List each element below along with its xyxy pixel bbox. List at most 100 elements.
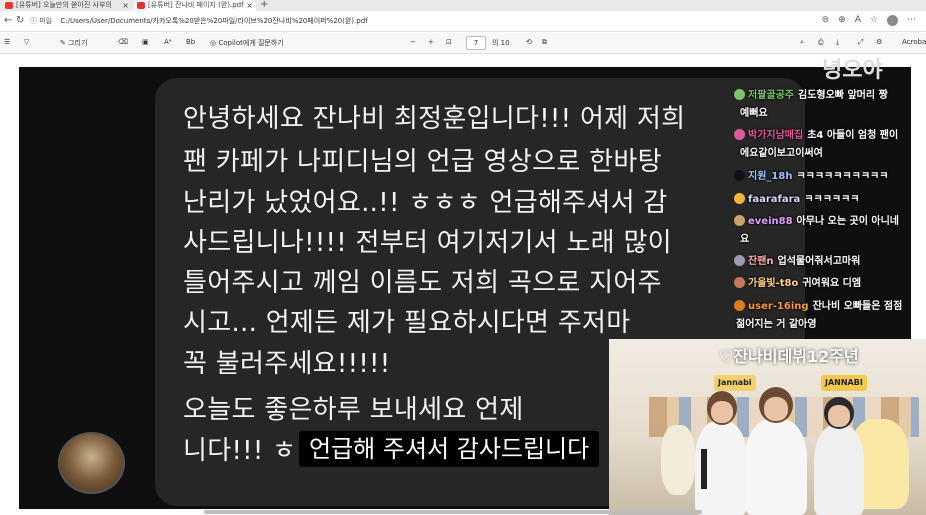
rotate-icon[interactable]: ⟲ bbox=[526, 38, 532, 46]
chat-nick: 박가지남매집 bbox=[748, 130, 804, 141]
chat-avatar bbox=[734, 215, 745, 226]
two-page-icon[interactable]: ⧉ bbox=[542, 38, 547, 47]
tab-pdf[interactable]: [유튜버] 잔나비 페이지 (완).pdf × bbox=[134, 0, 256, 11]
chat-text: 요 bbox=[740, 234, 750, 245]
chat-message: 가을빛-t8o 귀여워요 디엠 bbox=[734, 274, 862, 289]
page-number-input[interactable]: 7 bbox=[466, 36, 486, 50]
chat-text: 김도형오빠 앞머리 짱 bbox=[798, 90, 888, 101]
jannabi-sign-right: JANNABI bbox=[821, 375, 867, 391]
person-left-face bbox=[711, 401, 733, 423]
chat-message: faarafara ㅋㅋㅋㅋㅋㅋ bbox=[734, 190, 860, 205]
chat-nick: 지원_18h bbox=[748, 171, 793, 182]
search-icon[interactable]: ⌕ bbox=[800, 38, 804, 47]
chat-nick: evein88 bbox=[748, 216, 793, 227]
tab-label: [유튜버] 오늘만의 쏟아진 사부의 bbox=[16, 1, 112, 9]
chat-nick: 가을빛-t8o bbox=[748, 278, 799, 289]
chat-text: 초4 아들이 엄청 팬이 bbox=[807, 130, 899, 141]
save-icon[interactable]: ⤓ bbox=[836, 38, 839, 47]
chat-text: 아무나 오는 곳이 아니네 bbox=[796, 216, 899, 227]
person-right bbox=[814, 425, 864, 515]
scheme-label: 파일 bbox=[39, 17, 53, 25]
chat-nick: 저팔골공주 bbox=[748, 90, 794, 101]
message-line: 안녕하세요 잔나비 최정훈입니다!!! 어제 저희 bbox=[183, 104, 686, 134]
chat-text: 에요같이보고이써여 bbox=[740, 148, 823, 159]
chat-message: 예뻐요 bbox=[740, 104, 768, 119]
chat-avatar bbox=[734, 170, 745, 181]
zoom-in-icon[interactable]: + bbox=[428, 38, 434, 46]
message-line: 팬 카페가 나피디님의 언급 영상으로 한바탕 bbox=[183, 147, 662, 177]
contents-icon[interactable]: ☰ bbox=[4, 38, 10, 46]
chat-message: 에요같이보고이써여 bbox=[740, 144, 823, 159]
pdf-toolbar: ☰ ▽ ✎ 그리기 ⌫ ▣ Aᵃ Bb ◎ Copilot에게 질문하기 − +… bbox=[0, 33, 926, 54]
chat-message: 지원_18h ㅋㅋㅋㅋㅋㅋㅋㅋㅋㅋ bbox=[734, 167, 889, 182]
channel-watermark: 녕오야 bbox=[822, 58, 883, 83]
tab-youtube[interactable]: [유튜버] 오늘만의 쏟아진 사부의 × bbox=[2, 0, 132, 11]
chat-text: 업석물어줘서고마워 bbox=[777, 256, 861, 267]
stuffed-rabbit bbox=[661, 425, 695, 495]
chat-nick: faarafara bbox=[748, 194, 801, 205]
message-line: 오늘도 좋은하루 보내세요 언제 bbox=[183, 395, 524, 425]
file-scheme-chip: ⓘ 파일 bbox=[30, 17, 53, 25]
chat-avatar bbox=[734, 255, 745, 266]
translate-icon[interactable]: ⊜ bbox=[822, 15, 830, 26]
acrobat-label[interactable]: Acrobat bbox=[902, 38, 926, 46]
address-icons: ⊜ ⊕ A ☆ ⋯ bbox=[822, 15, 916, 26]
message-line: 틀어주시고 께임 이름도 저희 곡으로 지어주 bbox=[183, 268, 662, 298]
new-tab-button[interactable]: + bbox=[260, 0, 268, 10]
chat-message: evein88 아무나 오는 곳이 아니네 bbox=[734, 212, 899, 227]
fullscreen-icon[interactable]: ⤢ bbox=[858, 38, 864, 47]
erase-icon[interactable]: ⌫ bbox=[118, 38, 128, 46]
text-icon[interactable]: Aᵃ bbox=[164, 38, 172, 46]
chat-message: 박가지남매집 초4 아들이 엄청 팬이 bbox=[734, 126, 899, 141]
print-icon[interactable]: ⎙ bbox=[818, 38, 824, 47]
message-line: 꼭 불러주세요!!!!! bbox=[183, 349, 391, 379]
copilot-label: Copilot에게 질문하기 bbox=[218, 39, 284, 47]
page-total: 의 10 bbox=[492, 39, 510, 47]
tab-strip: [유튜버] 오늘만의 쏟아진 사부의 × [유튜버] 잔나비 페이지 (완).p… bbox=[0, 0, 926, 11]
fit-page-icon[interactable]: ⊡ bbox=[446, 38, 452, 46]
chat-avatar bbox=[734, 277, 745, 288]
anniversary-banner: ♡잔나비데뷔12주년 bbox=[719, 347, 859, 366]
horizontal-scrollbar[interactable] bbox=[204, 510, 702, 514]
copilot-button[interactable]: ◎ Copilot에게 질문하기 bbox=[210, 38, 284, 48]
chat-text: 귀여워요 디엠 bbox=[802, 278, 862, 289]
message-line: 시고... 언제든 제가 필요하시다면 주저마 bbox=[183, 308, 631, 338]
address-bar: ← ↻ ⓘ 파일 C:/Users/User/Documents/카카오톡%20… bbox=[0, 11, 926, 32]
person-center bbox=[745, 419, 807, 515]
close-icon[interactable]: × bbox=[246, 0, 253, 11]
read-aloud-icon[interactable]: A bbox=[855, 15, 861, 26]
url-text: C:/Users/User/Documents/카카오톡%20받은%20파일/라… bbox=[60, 17, 368, 25]
chat-message: 잔팬n 업석물어줘서고마워 bbox=[734, 252, 861, 267]
chat-text: 잔나비 오빠들은 점점 bbox=[812, 301, 903, 312]
tab-label: [유튜버] 잔나비 페이지 (완).pdf bbox=[148, 1, 244, 9]
chat-message: user-16ing 잔나비 오빠들은 점점 bbox=[734, 297, 903, 312]
profile-avatar[interactable] bbox=[887, 15, 898, 26]
chat-text: ㅋㅋㅋㅋㅋㅋㅋㅋㅋㅋ bbox=[796, 171, 889, 182]
draw-label: 그리기 bbox=[68, 39, 88, 47]
chat-text: ㅋㅋㅋㅋㅋㅋ bbox=[804, 194, 860, 205]
chat-text: 젊어지는 거 같아영 bbox=[736, 319, 817, 330]
favorite-icon[interactable]: ☆ bbox=[870, 15, 878, 26]
url-field[interactable]: ⓘ 파일 C:/Users/User/Documents/카카오톡%20받은%2… bbox=[30, 14, 810, 29]
close-icon[interactable]: × bbox=[122, 0, 129, 11]
message-line: 난리가 났었어요..!! ㅎㅎㅎ 언급해주셔서 감 bbox=[183, 188, 668, 218]
immersive-icon[interactable]: Bb bbox=[186, 38, 195, 46]
page-view-icon[interactable]: ▣ bbox=[142, 38, 149, 46]
settings-icon[interactable]: ⚙ bbox=[876, 38, 882, 46]
chat-avatar bbox=[734, 89, 745, 100]
chat-nick: 잔팬n bbox=[748, 256, 774, 267]
chat-avatar bbox=[734, 300, 745, 311]
pdf-icon bbox=[137, 2, 145, 9]
chat-message: 젊어지는 거 같아영 bbox=[736, 315, 817, 330]
draw-button[interactable]: ✎ 그리기 bbox=[60, 38, 87, 48]
chat-avatar bbox=[734, 129, 745, 140]
more-icon[interactable]: ⋯ bbox=[907, 15, 916, 26]
refresh-icon[interactable]: ↻ bbox=[16, 15, 24, 26]
highlight-icon[interactable]: ▽ bbox=[24, 38, 29, 46]
chat-message: 요 bbox=[740, 230, 750, 245]
subtitle-caption: 언급해 주셔서 감사드립니다 bbox=[299, 431, 600, 467]
zoom-out-icon[interactable]: − bbox=[410, 38, 416, 46]
back-icon[interactable]: ← bbox=[4, 15, 12, 26]
chat-message: 저팔골공주 김도형오빠 앞머리 짱 bbox=[734, 86, 888, 101]
zoom-icon[interactable]: ⊕ bbox=[838, 15, 846, 26]
